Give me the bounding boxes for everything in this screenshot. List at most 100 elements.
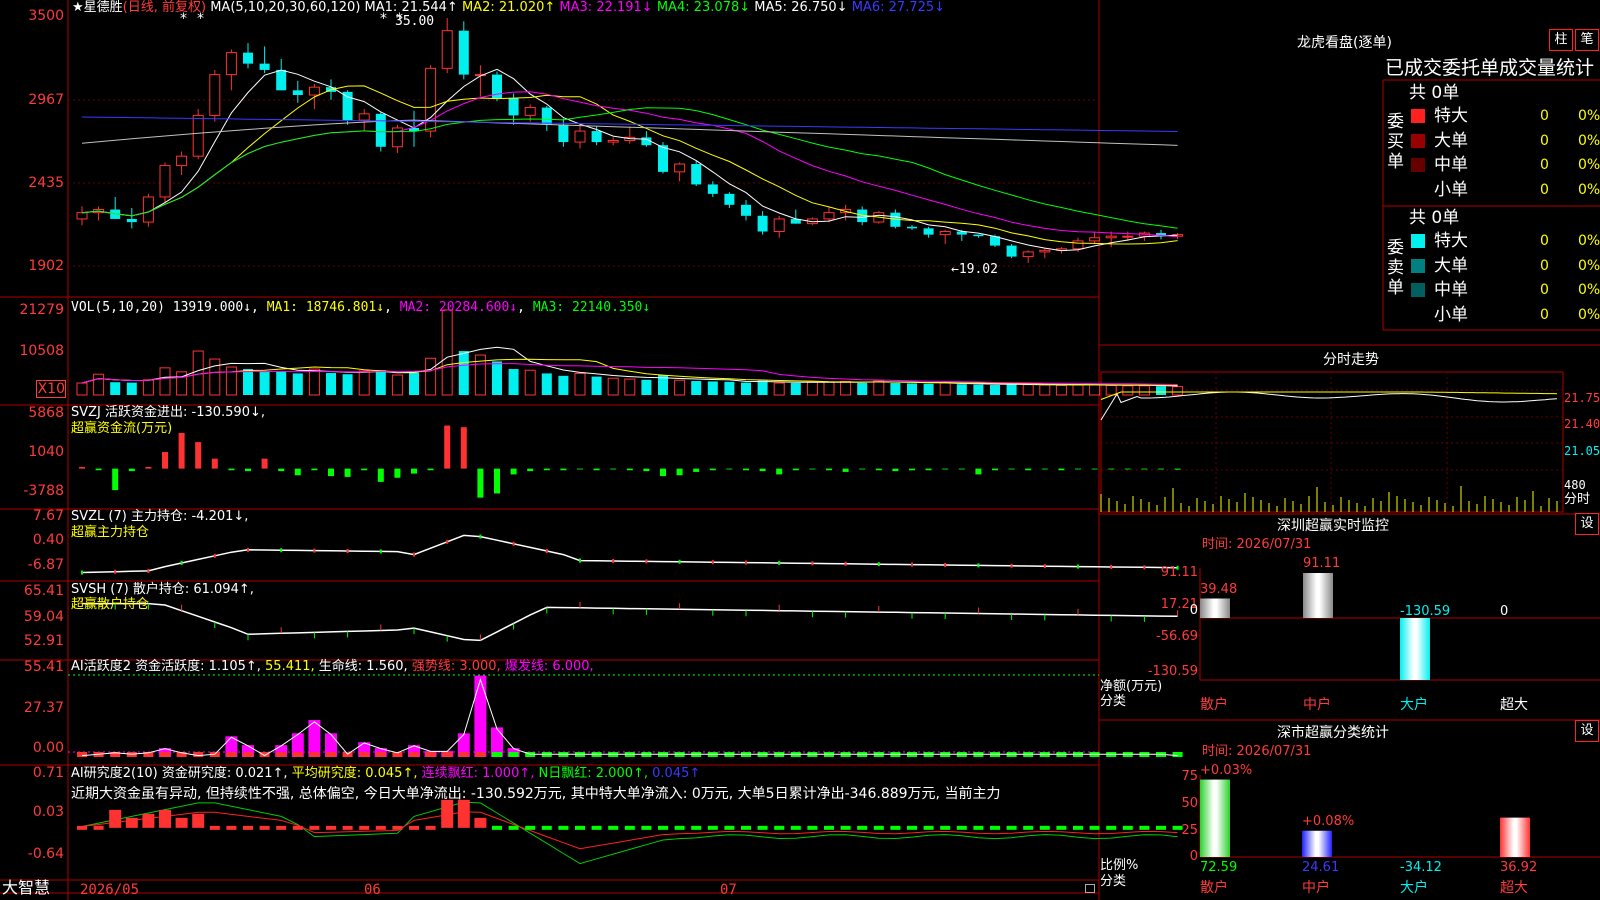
ma-definition: MA(5,10,20,30,60,120): [210, 0, 361, 15]
vol-bar-up: [1122, 385, 1134, 396]
vol-bar-down: [973, 384, 984, 395]
fund-flow-bar: [875, 468, 882, 471]
stock-name[interactable]: ★星德胜: [72, 0, 123, 15]
research-dash: [392, 825, 403, 830]
lhb-title: 龙虎看盘(逐单): [1297, 35, 1392, 51]
research-dash: [326, 825, 336, 830]
vol-bar-up: [1089, 384, 1101, 396]
candle-down: [508, 98, 519, 116]
activity-base: [425, 752, 436, 757]
axis-label-svzj: 1040: [28, 444, 64, 460]
brand-label[interactable]: 大智慧: [2, 880, 50, 896]
fund-flow-bar: [460, 427, 467, 469]
research-dash: [259, 825, 270, 830]
fund-flow-bar: [743, 468, 749, 471]
vol-ma2: MA2: 20284.600↓: [399, 300, 518, 315]
fund-flow-bar: [477, 468, 484, 498]
ma4-name: MA4:: [656, 0, 690, 15]
svsh-subtitle: 超赢散户持仓: [71, 597, 150, 612]
ma1-value: 21.544↑: [401, 0, 458, 15]
tick-view-button[interactable]: 笔: [1575, 29, 1599, 51]
ma6-value: 27.725↓: [888, 0, 946, 15]
svzj-header: SVZJ 活跃资金进出: -130.590↓,: [71, 405, 266, 420]
order-size-swatch: [1411, 158, 1425, 172]
ai1-e: 爆发线: 6.000,: [504, 659, 594, 674]
bar-view-button[interactable]: 柱: [1549, 29, 1573, 51]
vol-bar-up: [674, 379, 686, 396]
research-dash: [757, 825, 768, 830]
research-dash: [658, 825, 668, 830]
order-size-swatch: [1411, 133, 1425, 148]
sz-monitor-bar-fill: [1303, 573, 1333, 618]
fund-flow-bar: [162, 452, 168, 469]
sz-monitor-xlabel: 分类: [1100, 694, 1127, 709]
research-dash: [342, 825, 353, 830]
vol-bar-up: [1039, 384, 1051, 396]
candle-down: [541, 107, 552, 125]
ma2-value: 21.020↑: [498, 0, 556, 15]
lock-icon[interactable]: [1085, 884, 1095, 893]
sz-class-value: 36.92: [1500, 860, 1538, 875]
vol-bar-down: [790, 383, 801, 395]
vol-bar-down: [375, 370, 386, 395]
fund-flow-bar: [1058, 468, 1065, 471]
axis-label-price: 2967: [28, 92, 64, 108]
intraday-vol-unit: 分时: [1564, 492, 1591, 507]
sz-class-time: 时间: 2026/07/31: [1202, 744, 1312, 759]
axis-label-svzl: -6.87: [27, 557, 64, 573]
sz-monitor-ytick: -56.69: [1156, 629, 1198, 644]
fund-flow-bar: [1075, 468, 1081, 470]
chart-mode[interactable]: (日线, 前复权): [123, 0, 206, 15]
ma1-line: [81, 68, 1178, 252]
order-size-pct: 0%: [1578, 257, 1600, 274]
candle-up: [1105, 235, 1117, 239]
sz-class-ytick: 25: [1181, 823, 1198, 838]
main-holding-tick: [844, 561, 847, 566]
main-holding-tick: [579, 558, 581, 563]
ma6-name: MA6:: [851, 0, 885, 15]
main-holding-tick: [213, 553, 216, 558]
fund-flow-bar: [195, 442, 202, 469]
sz-class-settings-button[interactable]: 设: [1575, 720, 1599, 742]
fund-flow-bar: [1141, 468, 1148, 470]
research-dash: [409, 825, 419, 830]
fund-flow-bar: [809, 468, 816, 470]
axis-label-svzj: -3788: [23, 483, 64, 499]
axis-label-vol: 21279: [19, 302, 64, 318]
candle-up: [441, 30, 453, 69]
sz-monitor-ytick: 91.11: [1160, 565, 1198, 580]
vol-bar-up: [1072, 384, 1084, 396]
vol-bar-down: [326, 373, 336, 395]
research-dash: [774, 825, 785, 830]
vol-bar-down: [110, 382, 121, 395]
activity-base: [276, 752, 287, 757]
sz-class-ytick: 75: [1181, 769, 1198, 784]
research-dash: [1089, 825, 1100, 830]
main-holding-tick: [811, 561, 814, 566]
research-dash: [907, 825, 917, 830]
fund-flow-bar: [394, 468, 401, 478]
candle-down: [923, 228, 934, 235]
vol-bar-down: [923, 383, 934, 395]
sz-monitor-category: 大户: [1400, 697, 1428, 713]
main-holding-tick: [313, 548, 316, 553]
intraday-price-low: 21.05: [1564, 444, 1600, 458]
vol-bar-down: [956, 384, 967, 395]
order-size-swatch: [1411, 258, 1425, 273]
sz-monitor-category: 散户: [1200, 697, 1228, 713]
research-dash: [1139, 825, 1150, 830]
candle-down: [558, 124, 569, 143]
research-dash: [525, 825, 536, 830]
vol-bar-down: [458, 351, 469, 395]
vol-bar-up: [308, 368, 320, 396]
vol-bar-up: [1055, 384, 1067, 396]
sz-class-xlabel: 分类: [1100, 874, 1127, 889]
sz-monitor-settings-button[interactable]: 设: [1575, 513, 1599, 535]
vol-bar-up: [192, 350, 204, 396]
fund-flow-bar: [311, 468, 318, 471]
order-size-qty: 0: [1540, 157, 1549, 173]
fund-flow-bar: [494, 468, 500, 494]
fund-flow-bar: [1158, 468, 1164, 470]
vol-bar-up: [425, 357, 437, 396]
vol-bar-up: [209, 358, 221, 396]
